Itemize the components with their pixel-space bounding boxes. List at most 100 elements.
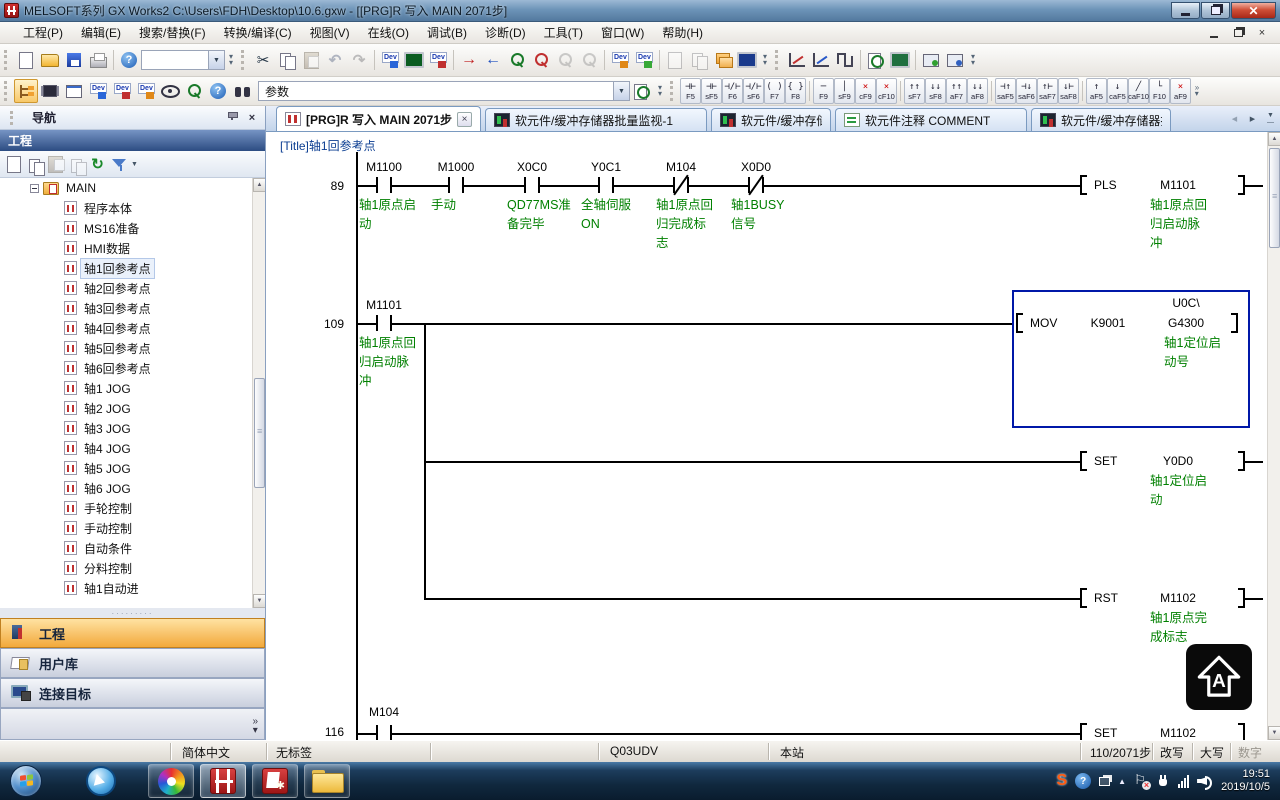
mdi-minimize-button[interactable] <box>1206 26 1222 40</box>
tab-device-monitor-3[interactable]: 软元件/缓冲存储器批量监视 <box>1031 108 1171 131</box>
menu-item[interactable]: 帮助(H) <box>653 21 712 44</box>
display-mode-icon[interactable] <box>158 79 182 103</box>
watch-stop-icon[interactable] <box>943 48 967 72</box>
collapse-icon[interactable] <box>30 184 39 193</box>
scrollbar-thumb[interactable] <box>1269 148 1280 248</box>
hidden-icons-chevron[interactable]: ▲ <box>1118 777 1126 786</box>
tab-main-program[interactable]: [PRG]R 写入 MAIN 2071步 <box>276 106 481 131</box>
menu-item[interactable]: 诊断(D) <box>476 21 535 44</box>
toolbar-overflow-icon[interactable]: ▾▾ <box>967 49 979 71</box>
watch-start-icon[interactable] <box>919 48 943 72</box>
program-copy-icon[interactable] <box>687 48 711 72</box>
help-icon[interactable]: ? <box>117 48 141 72</box>
contact-m1101[interactable] <box>376 315 392 331</box>
menu-item[interactable]: 在线(O) <box>359 21 418 44</box>
scroll-down-icon[interactable]: ▼ <box>253 594 265 608</box>
ladder-canvas[interactable]: [Title]轴1回参考点 89 M1100 轴1原点启 动 M1000 手动 … <box>266 132 1267 740</box>
contact-x0d0-nc[interactable] <box>748 177 764 193</box>
operand-m1102[interactable]: M1102 <box>1140 591 1216 605</box>
tree-item[interactable]: 轴2 JOG <box>0 398 265 418</box>
refresh-icon[interactable]: ↻ <box>87 154 108 175</box>
taskbar-clock[interactable]: 19:51 2019/10/5 <box>1221 768 1276 794</box>
tab-scroll-left-icon[interactable]: ◀ <box>1227 110 1242 127</box>
sogou-ime-icon[interactable]: S <box>1056 772 1067 790</box>
navigation-window-icon[interactable] <box>14 79 38 103</box>
output-window-icon[interactable] <box>62 79 86 103</box>
logging-config-icon[interactable] <box>809 48 833 72</box>
close-branch-button[interactable]: ⊣/⊢sF6 <box>743 78 764 104</box>
taskbar-explorer-button[interactable] <box>304 764 350 798</box>
falling-pulse-button[interactable]: ↓↓sF8 <box>925 78 946 104</box>
close-contact-button[interactable]: ⊣/⊢F6 <box>722 78 743 104</box>
operand-g4300[interactable]: G4300 <box>1138 316 1234 330</box>
stack-icon[interactable] <box>711 48 735 72</box>
tab-scroll-right-icon[interactable]: ▶ <box>1245 110 1260 127</box>
connection-destination-button[interactable]: 连接目标 <box>0 678 265 708</box>
screen-lock-icon[interactable] <box>735 48 759 72</box>
taskbar-browser-button[interactable] <box>78 764 124 798</box>
tree-item[interactable]: 轴4回参考点 <box>0 318 265 338</box>
remote-operation-icon[interactable] <box>577 48 601 72</box>
copy-icon[interactable] <box>275 48 299 72</box>
menu-item[interactable]: 工具(T) <box>535 21 592 44</box>
taskbar-media-button[interactable] <box>148 764 194 798</box>
invert-operation-rising-button[interactable]: ↑aF5 <box>1086 78 1107 104</box>
operand-u0c[interactable]: U0C\ <box>1138 296 1234 310</box>
close-button[interactable]: ✕ <box>1231 2 1276 19</box>
menu-item[interactable]: 调试(B) <box>418 21 476 44</box>
open-branch-button[interactable]: ⊣⊢sF5 <box>701 78 722 104</box>
logging-trend-icon[interactable] <box>785 48 809 72</box>
new-data-icon[interactable] <box>3 154 24 175</box>
tree-item[interactable]: HMI数据 <box>0 238 265 258</box>
operand-m1101[interactable]: M1101 <box>1140 178 1216 192</box>
tree-scrollbar[interactable]: ▲ ▼ <box>252 178 265 608</box>
scroll-down-icon[interactable]: ▼ <box>1268 726 1280 740</box>
contact-m1000[interactable] <box>448 177 464 193</box>
cross-reference-icon[interactable] <box>230 79 254 103</box>
verify-icon[interactable] <box>553 48 577 72</box>
invert-result-button[interactable]: ╱caF10 <box>1128 78 1149 104</box>
rising-pulse-close-button[interactable]: ⊣↑saF5 <box>995 78 1016 104</box>
undo-icon[interactable]: ↶ <box>323 48 347 72</box>
restore-button[interactable] <box>1201 2 1230 19</box>
tree-item[interactable]: 轴6回参考点 <box>0 358 265 378</box>
instruction-set[interactable]: SET <box>1094 726 1117 740</box>
tab-device-comment[interactable]: 软元件注释 COMMENT <box>835 108 1027 131</box>
save-project-icon[interactable] <box>62 48 86 72</box>
tree-item[interactable]: 轴2回参考点 <box>0 278 265 298</box>
zoom-combobox[interactable]: ▼ <box>141 50 225 70</box>
filter-dropdown-icon[interactable]: ▼ <box>131 161 138 168</box>
cut-icon[interactable]: ✂ <box>251 48 275 72</box>
redo-icon[interactable]: ↷ <box>347 48 371 72</box>
menu-item[interactable]: 转换/编译(C) <box>215 21 301 44</box>
monitor-start-icon[interactable] <box>505 48 529 72</box>
instruction-pls[interactable]: PLS <box>1094 178 1117 192</box>
invert-operation-falling-button[interactable]: ↓caF5 <box>1107 78 1128 104</box>
instruction-set[interactable]: SET <box>1094 454 1117 468</box>
operand-y0d0[interactable]: Y0D0 <box>1140 454 1216 468</box>
help2-icon[interactable]: ? <box>206 79 230 103</box>
tree-item[interactable]: MS16准备 <box>0 218 265 238</box>
statement-icon[interactable] <box>110 79 134 103</box>
project-view-button[interactable]: 工程 <box>0 618 265 648</box>
document-find-icon[interactable] <box>630 79 654 103</box>
monitor-stop-icon[interactable] <box>529 48 553 72</box>
scroll-up-icon[interactable]: ▲ <box>1268 132 1280 146</box>
tree-item[interactable]: 轴5回参考点 <box>0 338 265 358</box>
editor-scrollbar[interactable]: ▲ ▼ <box>1267 132 1280 740</box>
rising-pulse-close-branch-button[interactable]: ↑⊢saF7 <box>1037 78 1058 104</box>
toolbar-overflow-icon[interactable]: ▾▾ <box>759 49 771 71</box>
data-property-icon[interactable] <box>66 154 87 175</box>
rising-pulse-button[interactable]: ↑↑sF7 <box>904 78 925 104</box>
device-comment-icon[interactable] <box>86 79 110 103</box>
log-search-icon[interactable] <box>864 48 888 72</box>
vertical-line-button[interactable]: │sF9 <box>834 78 855 104</box>
menu-item[interactable]: 视图(V) <box>301 21 359 44</box>
device-search-icon[interactable] <box>182 79 206 103</box>
tab-device-monitor-2[interactable]: 软元件/缓冲存储器批量监视-2 <box>711 108 831 131</box>
combo-arrow-icon[interactable]: ▼ <box>613 82 629 100</box>
tree-item[interactable]: 轴1 JOG <box>0 378 265 398</box>
mdi-close-button[interactable]: × <box>1254 26 1270 40</box>
operand-m1102[interactable]: M1102 <box>1140 726 1216 740</box>
tree-item[interactable]: 分料控制 <box>0 558 265 578</box>
